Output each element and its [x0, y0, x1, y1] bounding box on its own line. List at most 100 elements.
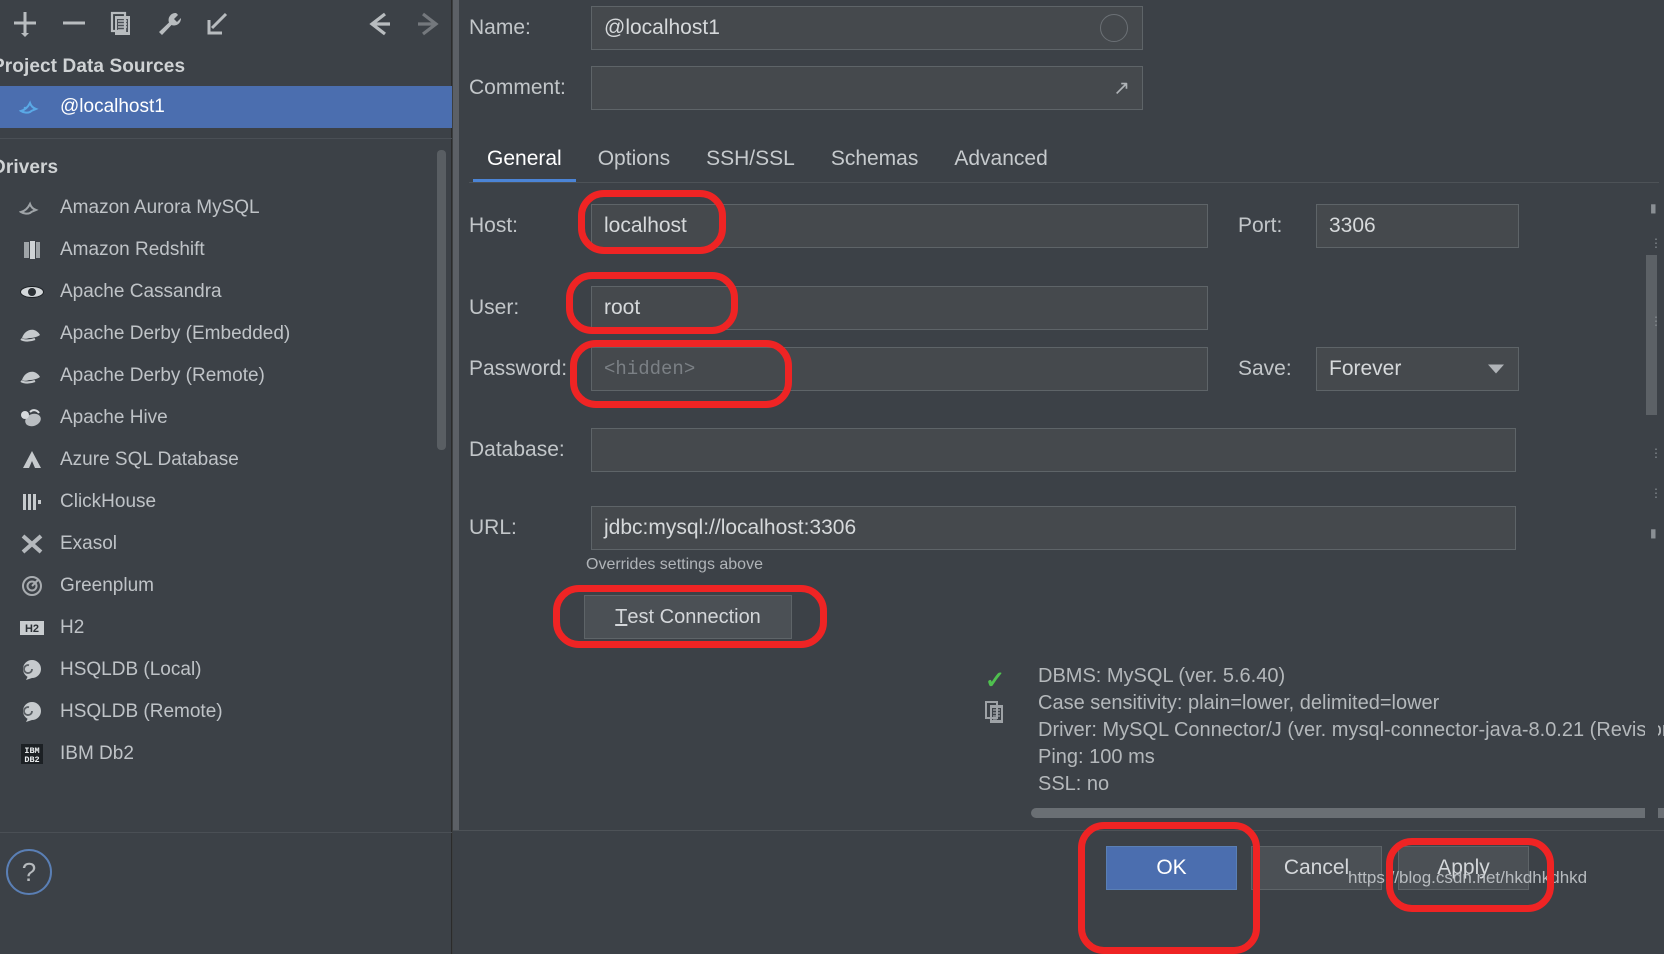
comment-row: Comment: ↗: [469, 66, 1143, 110]
ok-button-label: OK: [1156, 856, 1186, 880]
user-label: User:: [469, 296, 591, 320]
test-connection-button[interactable]: Test Connection: [584, 595, 792, 639]
tree-item-ibm-db2[interactable]: IBM DB2 IBM Db2: [0, 733, 452, 775]
azure-icon: [10, 448, 54, 472]
user-input[interactable]: root: [591, 286, 1208, 330]
name-input-value: @localhost1: [604, 16, 720, 40]
horizontal-scrollbar-thumb[interactable]: [1031, 808, 1664, 818]
name-input[interactable]: @localhost1: [591, 6, 1143, 50]
tree-item-clickhouse[interactable]: ClickHouse: [0, 481, 452, 523]
duplicate-icon[interactable]: [98, 2, 146, 46]
redshift-icon: [10, 238, 54, 262]
datasource-tree[interactable]: Project Data Sources @localhost1 Drivers: [0, 48, 452, 832]
import-icon[interactable]: [194, 2, 242, 46]
save-label: Save:: [1238, 357, 1316, 381]
tab-schemas[interactable]: Schemas: [813, 147, 937, 183]
url-input[interactable]: jdbc:mysql://localhost:3306: [591, 506, 1516, 550]
tree-item-label: Apache Cassandra: [60, 281, 222, 303]
tab-label: SSH/SSL: [706, 147, 795, 170]
url-row: URL: jdbc:mysql://localhost:3306: [469, 506, 1516, 550]
user-row: User: root: [469, 286, 1208, 330]
sidebar: Project Data Sources @localhost1 Drivers: [0, 0, 452, 954]
user-input-value: root: [604, 296, 640, 320]
test-connection-mnemonic: T: [615, 606, 627, 629]
chevron-down-icon: [1488, 365, 1504, 374]
result-line: Driver: MySQL Connector/J (ver. mysql-co…: [1038, 717, 1664, 744]
derby-hat-icon: [10, 365, 54, 387]
hsqldb-icon: [10, 700, 54, 724]
cancel-button-label: Cancel: [1284, 856, 1349, 880]
scrollbar-mark: ⋮: [1650, 318, 1662, 324]
scrollbar-mark: ⋮: [1650, 450, 1662, 456]
tree-item-amazon-redshift[interactable]: Amazon Redshift: [0, 229, 452, 271]
remove-icon[interactable]: [50, 2, 98, 46]
copy-icon[interactable]: [983, 700, 1007, 733]
url-hint: Overrides settings above: [586, 556, 763, 574]
url-input-value: jdbc:mysql://localhost:3306: [604, 516, 856, 540]
tab-label: Advanced: [954, 147, 1047, 170]
tab-options[interactable]: Options: [580, 147, 688, 183]
tree-item-apache-cassandra[interactable]: Apache Cassandra: [0, 271, 452, 313]
comment-label: Comment:: [469, 76, 591, 100]
tree-item-apache-hive[interactable]: Apache Hive: [0, 397, 452, 439]
password-input[interactable]: <hidden>: [591, 347, 1208, 391]
port-input[interactable]: 3306: [1316, 204, 1519, 248]
settings-tabs: General Options SSH/SSL Schemas Advanced: [469, 133, 1066, 183]
forward-arrow-icon[interactable]: [404, 2, 452, 46]
tree-item-hsqldb-local[interactable]: HSQLDB (Local): [0, 649, 452, 691]
tree-item-hsqldb-remote[interactable]: HSQLDB (Remote): [0, 691, 452, 733]
tree-item-exasol[interactable]: Exasol: [0, 523, 452, 565]
tree-item-azure-sql-database[interactable]: Azure SQL Database: [0, 439, 452, 481]
password-label: Password:: [469, 357, 591, 381]
port-label: Port:: [1238, 214, 1316, 238]
comment-input[interactable]: ↗: [591, 66, 1143, 110]
connection-result: DBMS: MySQL (ver. 5.6.40) Case sensitivi…: [1038, 663, 1664, 798]
result-line: SSL: no: [1038, 771, 1664, 798]
host-input-value: localhost: [604, 214, 687, 238]
back-arrow-icon[interactable]: [356, 2, 404, 46]
vertical-scrollbar-thumb[interactable]: [1646, 255, 1657, 415]
tree-item-label: Amazon Aurora MySQL: [60, 197, 260, 219]
password-placeholder: <hidden>: [604, 358, 695, 380]
hsqldb-icon: [10, 658, 54, 682]
database-row: Database:: [469, 428, 1516, 472]
color-swatch-icon[interactable]: [1100, 14, 1128, 42]
drivers-header: Drivers: [0, 149, 452, 187]
sidebar-scrollbar[interactable]: [437, 150, 446, 450]
mysql-dolphin-icon: [10, 95, 54, 119]
tree-item-label: H2: [60, 617, 84, 639]
tree-item-apache-derby-embedded[interactable]: Apache Derby (Embedded): [0, 313, 452, 355]
result-line: Ping: 100 ms: [1038, 744, 1664, 771]
tab-general[interactable]: General: [469, 147, 580, 183]
tree-item-amazon-aurora-mysql[interactable]: Amazon Aurora MySQL: [0, 187, 452, 229]
clickhouse-bars-icon: [10, 490, 54, 514]
tree-item-h2[interactable]: H2 H2: [0, 607, 452, 649]
tree-item-localhost1[interactable]: @localhost1: [0, 86, 452, 128]
help-button[interactable]: ?: [6, 849, 52, 895]
ok-button[interactable]: OK: [1106, 846, 1237, 890]
host-input[interactable]: localhost: [591, 204, 1208, 248]
tree-item-apache-derby-remote[interactable]: Apache Derby (Remote): [0, 355, 452, 397]
wrench-icon[interactable]: [146, 2, 194, 46]
expand-icon[interactable]: ↗: [1113, 76, 1130, 101]
scrollbar-mark: ⋮: [1650, 490, 1662, 496]
ibm-db2-icon: IBM DB2: [10, 742, 54, 766]
scrollbar-mark: ⋮: [1650, 240, 1662, 246]
tab-advanced[interactable]: Advanced: [936, 147, 1065, 183]
url-label: URL:: [469, 516, 591, 540]
tree-divider: [0, 138, 452, 139]
name-label: Name:: [469, 16, 591, 40]
host-label: Host:: [469, 214, 591, 238]
add-icon[interactable]: [2, 2, 50, 46]
database-input[interactable]: [591, 428, 1516, 472]
save-dropdown[interactable]: Forever: [1316, 347, 1519, 391]
scrollbar-mark: ▮: [1650, 530, 1657, 536]
mysql-dolphin-icon: [10, 196, 54, 220]
tree-item-greenplum[interactable]: Greenplum: [0, 565, 452, 607]
port-input-value: 3306: [1329, 214, 1376, 238]
result-line: Case sensitivity: plain=lower, delimited…: [1038, 690, 1664, 717]
panel-divider[interactable]: [453, 0, 459, 830]
tree-item-label: ClickHouse: [60, 491, 156, 513]
tab-ssh-ssl[interactable]: SSH/SSL: [688, 147, 813, 183]
result-line: DBMS: MySQL (ver. 5.6.40): [1038, 663, 1664, 690]
